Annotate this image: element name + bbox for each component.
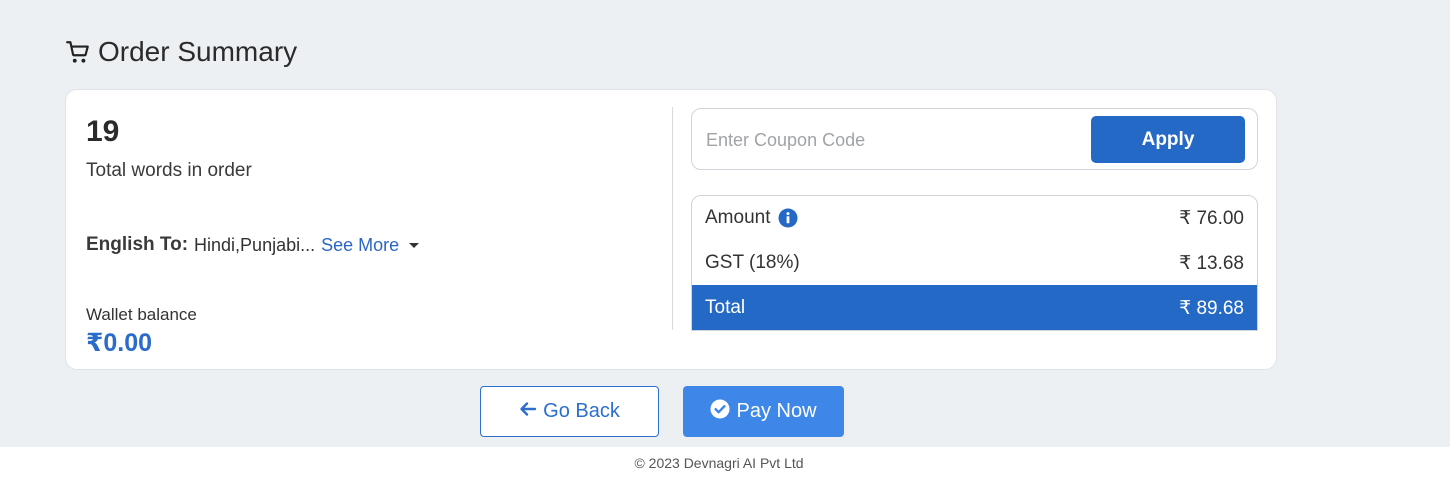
- gst-row: GST (18%) ₹ 13.68: [692, 241, 1257, 285]
- order-summary-card: 19 Total words in order English To: Hind…: [65, 89, 1277, 370]
- pay-now-button[interactable]: Pay Now: [683, 386, 844, 437]
- amount-value: ₹ 76.00: [1179, 207, 1244, 229]
- gst-label: GST (18%): [705, 252, 800, 273]
- word-count: 19: [86, 115, 120, 148]
- coupon-box: Apply: [691, 108, 1258, 170]
- go-back-label: Go Back: [543, 400, 620, 422]
- arrow-left-icon: [519, 400, 537, 424]
- action-buttons: Go Back Pay Now: [480, 386, 844, 437]
- amount-row: Amount ₹ 76.00: [692, 196, 1257, 240]
- gst-value: ₹ 13.68: [1179, 252, 1244, 274]
- wallet-balance-value: ₹0.00: [86, 329, 153, 357]
- language-label: English To:: [86, 234, 189, 255]
- page-title: Order Summary: [98, 36, 298, 67]
- check-circle-icon: [710, 399, 730, 425]
- info-icon[interactable]: [778, 208, 798, 228]
- caret-down-icon[interactable]: [409, 242, 420, 248]
- amount-label: Amount: [705, 207, 771, 228]
- cart-icon: [64, 38, 92, 66]
- see-more-link[interactable]: See More: [321, 235, 399, 256]
- word-count-label: Total words in order: [86, 160, 252, 181]
- total-value: ₹ 89.68: [1179, 297, 1244, 319]
- go-back-button[interactable]: Go Back: [480, 386, 659, 437]
- wallet-balance-label: Wallet balance: [86, 305, 197, 324]
- order-details: 19 Total words in order English To: Hind…: [86, 112, 666, 357]
- pay-now-label: Pay Now: [736, 400, 817, 422]
- copyright-text: © 2023 Devnagri AI Pvt Ltd: [634, 454, 804, 471]
- language-row: English To: Hindi,Punjabi... See More: [86, 234, 420, 256]
- apply-button[interactable]: Apply: [1091, 116, 1245, 163]
- total-label: Total: [705, 297, 746, 318]
- price-summary: Amount ₹ 76.00 GST (18%) ₹ 13.68 Total ₹…: [691, 195, 1258, 331]
- footer: © 2023 Devnagri AI Pvt Ltd: [0, 447, 1450, 478]
- page-header: Order Summary: [64, 36, 297, 68]
- coupon-input[interactable]: [704, 122, 1078, 158]
- language-value: Hindi,Punjabi...: [194, 234, 316, 255]
- vertical-divider: [672, 107, 673, 330]
- total-row: Total ₹ 89.68: [692, 285, 1257, 330]
